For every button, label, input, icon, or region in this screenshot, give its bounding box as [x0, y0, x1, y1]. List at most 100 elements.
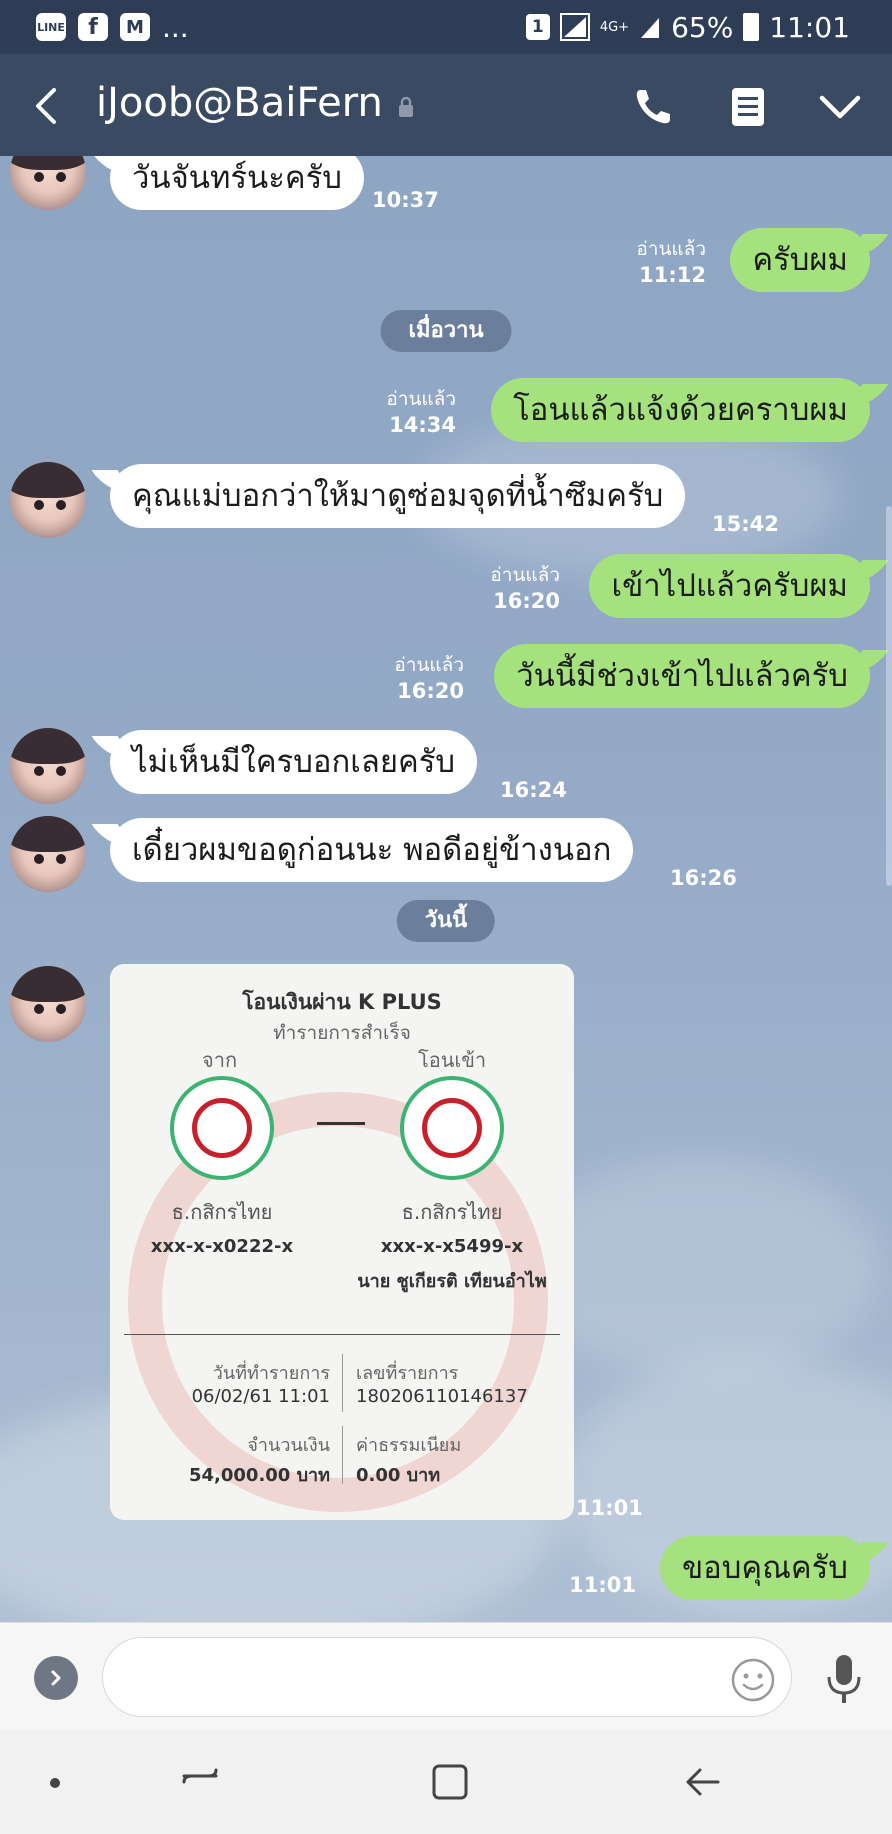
- message-text: เดี๋ยวผมขอดูก่อนนะ พอดีอยู่ข้างนอก: [132, 832, 612, 868]
- emoji-icon[interactable]: [730, 1657, 776, 1703]
- message-bubble-incoming[interactable]: วันจันทร์นะครับ: [110, 156, 364, 210]
- date-separator: วันนี้: [396, 900, 496, 942]
- date-label: วันที่ทำรายการ: [212, 1363, 330, 1384]
- message-bubble-incoming[interactable]: ไม่เห็นมีใครบอกเลยครับ: [110, 730, 478, 794]
- message-bubble-incoming[interactable]: เดี๋ยวผมขอดูก่อนนะ พอดีอยู่ข้างนอก: [110, 818, 634, 882]
- to-bank: ธ.กสิกรไทย: [401, 1200, 503, 1224]
- transfer-arrow-icon: [317, 1122, 365, 1125]
- receipt-status: ทำรายการสำเร็จ: [273, 1022, 411, 1044]
- receipt-divider: [342, 1426, 343, 1484]
- message-time: 16:24: [500, 778, 567, 802]
- read-receipt: อ่านแล้ว: [490, 564, 560, 586]
- message-meta: อ่านแล้ว 16:20: [394, 652, 464, 704]
- nav-dot-icon[interactable]: [50, 1778, 60, 1788]
- message-bubble-outgoing[interactable]: โอนแล้วแจ้งด้วยคราบผม: [491, 378, 870, 442]
- date-separator: เมื่อวาน: [380, 310, 512, 352]
- message-text: คุณแม่บอกว่าให้มาดูซ่อมจุดที่น้ำซึมครับ: [132, 478, 664, 514]
- message-time: 11:01: [576, 1496, 643, 1520]
- receipt-divider: [342, 1354, 343, 1412]
- phone-icon[interactable]: [630, 84, 678, 130]
- chat-header: iJoob@BaiFern: [0, 54, 892, 156]
- status-bar: LINE f M ... 1 4G+ 65% 11:01: [0, 0, 892, 54]
- read-receipt: อ่านแล้ว: [386, 388, 456, 410]
- chat-area[interactable]: วันจันทร์นะครับ 10:37 อ่านแล้ว 11:12 ครั…: [0, 156, 892, 1622]
- transfer-receipt-image[interactable]: โอนเงินผ่าน K PLUS ทำรายการสำเร็จ จาก โอ…: [110, 964, 574, 1520]
- microphone-icon[interactable]: [822, 1653, 866, 1705]
- message-time: 10:37: [372, 188, 439, 212]
- message-time: 16:26: [670, 866, 737, 890]
- clock: 11:01: [769, 10, 850, 44]
- back-icon[interactable]: [680, 1760, 724, 1804]
- from-bank: ธ.กสิกรไทย: [171, 1200, 273, 1224]
- recent-apps-icon[interactable]: [178, 1760, 222, 1804]
- message-text: วันจันทร์นะครับ: [132, 160, 342, 196]
- background-cloud: [520, 1156, 880, 1376]
- message-input-bar: [0, 1622, 892, 1731]
- message-text: วันนี้มีช่วงเข้าไปแล้วครับ: [516, 658, 848, 694]
- message-time: 11:01: [569, 1573, 636, 1597]
- line-icon: LINE: [36, 13, 66, 41]
- message-time: 16:20: [493, 589, 560, 613]
- message-meta: 11:01: [569, 1572, 636, 1598]
- receipt-divider: [124, 1334, 560, 1335]
- kbank-logo-icon: [170, 1076, 274, 1180]
- message-text: โอนแล้วแจ้งด้วยคราบผม: [513, 392, 848, 428]
- chevron-right-icon: [51, 1670, 61, 1686]
- fee-value: 0.00 บาท: [356, 1465, 441, 1486]
- avatar[interactable]: [10, 966, 86, 1042]
- recipient-name: นาย ชูเกียรติ เทียนอำไพ: [357, 1271, 547, 1292]
- reference-label: เลขที่รายการ: [356, 1363, 459, 1384]
- battery-percent: 65%: [671, 10, 734, 44]
- message-text: ขอบคุณครับ: [681, 1550, 848, 1586]
- fee-label: ค่าธรรมเนียม: [356, 1435, 462, 1456]
- chevron-down-icon[interactable]: [816, 84, 864, 130]
- scrollbar[interactable]: [886, 506, 892, 886]
- to-account: xxx-x-x5499-x: [380, 1236, 524, 1257]
- message-meta: อ่านแล้ว 16:20: [490, 562, 560, 614]
- avatar[interactable]: [10, 816, 86, 892]
- message-bubble-outgoing[interactable]: ครับผม: [730, 228, 870, 292]
- from-account: xxx-x-x0222-x: [150, 1236, 294, 1257]
- message-bubble-outgoing[interactable]: วันนี้มีช่วงเข้าไปแล้วครับ: [494, 644, 870, 708]
- chat-title[interactable]: iJoob@BaiFern: [96, 80, 415, 126]
- avatar[interactable]: [10, 156, 86, 210]
- expand-menu-button[interactable]: [34, 1656, 78, 1700]
- signal-icon: [559, 13, 590, 41]
- message-time: 16:20: [397, 679, 464, 703]
- message-time: 14:34: [389, 413, 456, 437]
- message-input[interactable]: [133, 1638, 697, 1716]
- message-meta: อ่านแล้ว 14:34: [386, 386, 456, 438]
- lock-icon: [398, 96, 413, 117]
- sim-slot-badge: 1: [525, 14, 550, 40]
- message-text: เข้าไปแล้วครับผม: [611, 568, 848, 604]
- system-navigation-bar: [0, 1730, 892, 1834]
- to-label: โอนเข้า: [418, 1048, 487, 1072]
- back-arrow-icon[interactable]: [28, 84, 68, 128]
- battery-icon: [743, 13, 760, 41]
- read-receipt: อ่านแล้ว: [394, 654, 464, 676]
- read-receipt: อ่านแล้ว: [636, 238, 706, 260]
- message-time: 11:12: [639, 263, 706, 287]
- network-type: 4G+: [599, 19, 630, 35]
- reference-value: 180206110146137: [356, 1386, 528, 1407]
- signal-2-icon: [641, 18, 660, 38]
- message-time: 15:42: [712, 512, 779, 536]
- message-text: ครับผม: [752, 242, 848, 278]
- facebook-icon: f: [78, 13, 108, 41]
- message-bubble-outgoing[interactable]: เข้าไปแล้วครับผม: [589, 554, 870, 618]
- gmail-icon: M: [120, 13, 150, 41]
- amount-value: 54,000.00 บาท: [188, 1465, 330, 1486]
- message-field[interactable]: [102, 1637, 792, 1717]
- amount-label: จำนวนเงิน: [247, 1435, 330, 1456]
- contact-name: iJoob@BaiFern: [96, 80, 383, 126]
- message-bubble-incoming[interactable]: คุณแม่บอกว่าให้มาดูซ่อมจุดที่น้ำซึมครับ: [110, 464, 686, 528]
- date-value: 06/02/61 11:01: [191, 1386, 330, 1407]
- message-meta: อ่านแล้ว 11:12: [636, 236, 706, 288]
- avatar[interactable]: [10, 462, 86, 538]
- avatar[interactable]: [10, 728, 86, 804]
- receipt-title: โอนเงินผ่าน K PLUS: [242, 990, 442, 1014]
- home-icon[interactable]: [428, 1760, 472, 1804]
- message-bubble-outgoing[interactable]: ขอบคุณครับ: [659, 1536, 870, 1600]
- notes-icon[interactable]: [724, 84, 772, 130]
- message-text: ไม่เห็นมีใครบอกเลยครับ: [132, 744, 456, 780]
